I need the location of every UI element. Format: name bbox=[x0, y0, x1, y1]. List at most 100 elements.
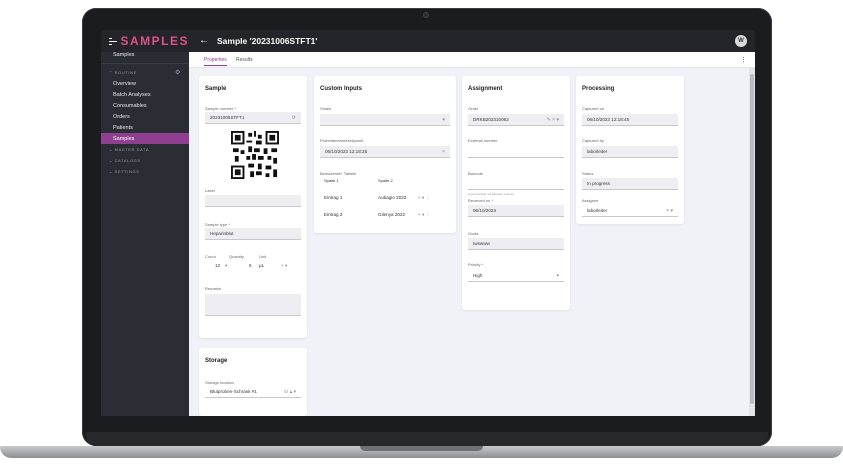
goals-field[interactable]: Iwswww bbox=[468, 238, 564, 250]
clear-dropdown-icon[interactable]: × ▾ bbox=[666, 208, 673, 214]
probe-label: Probeabnahmezeitpunkt bbox=[320, 138, 364, 143]
status-field: In progress bbox=[582, 178, 678, 190]
back-arrow-icon[interactable]: ← bbox=[199, 35, 209, 46]
received-label: Received on * bbox=[468, 198, 493, 203]
sidebar-item-orders[interactable]: Orders bbox=[101, 111, 189, 122]
field-value: Iwswww bbox=[473, 241, 490, 246]
field-value: Blutproben-Schrank #1 bbox=[210, 389, 257, 394]
field-value: DRKB202310062 bbox=[473, 117, 509, 122]
storage-location-field[interactable]: Blutproben-Schrank #1 ⊙ ▴ ▾ bbox=[205, 386, 301, 398]
clear-icon[interactable]: × ▾ bbox=[281, 263, 287, 269]
captured-by-field: laborleiter bbox=[582, 146, 678, 158]
quantity-value[interactable]: 6 bbox=[249, 263, 252, 268]
quantity-label: Quantity bbox=[229, 254, 244, 259]
table-cell[interactable]: Aubagio 2022 bbox=[378, 195, 406, 200]
edit-icon[interactable]: ✎ × ▾ bbox=[547, 117, 559, 123]
row-actions-icon[interactable]: × ▾ ⋮ bbox=[418, 195, 430, 201]
priority-select[interactable]: High ▾ bbox=[468, 270, 564, 282]
section-settings[interactable]: ⌄ SETTINGS bbox=[101, 166, 189, 177]
count-value[interactable]: 12 bbox=[215, 263, 220, 268]
field-value: 06/10/2023 12:18:25 bbox=[325, 149, 368, 154]
brand-logo: SAMPLES bbox=[120, 34, 189, 48]
barcode-label: Barcode bbox=[468, 171, 483, 176]
external-number-label: External number bbox=[468, 138, 498, 143]
status-badge: In progress bbox=[587, 181, 610, 186]
card-title: Assignment bbox=[468, 86, 503, 92]
custom-inputs-card: Custom Inputs Studie ▾ Probeabnahmezeitp… bbox=[314, 76, 456, 233]
sidebar-item-consumables[interactable]: Consumables bbox=[101, 100, 189, 111]
brand-bar: SAMPLES bbox=[101, 30, 189, 52]
field-value: Heparinblut bbox=[210, 231, 234, 236]
section-catalogs[interactable]: ⌄ CATALOGS bbox=[101, 155, 189, 166]
card-title: Custom Inputs bbox=[320, 86, 362, 92]
remarks-field[interactable] bbox=[205, 294, 301, 316]
label-field[interactable] bbox=[205, 195, 301, 207]
card-title: Sample bbox=[205, 86, 227, 92]
card-title: Storage bbox=[205, 358, 228, 364]
storage-location-label: Storage location bbox=[205, 380, 234, 385]
studie-label: Studie bbox=[320, 106, 332, 111]
qr-code-icon bbox=[231, 131, 279, 179]
sidebar-item-overview[interactable]: Overview bbox=[101, 78, 189, 89]
section-label: ROUTINE bbox=[114, 70, 137, 75]
remarks-label: Remarks bbox=[205, 286, 222, 291]
table-header-col1: Spalte 1 bbox=[324, 178, 339, 183]
laptop-notch bbox=[360, 446, 483, 451]
sample-number-label: Sample number * bbox=[205, 106, 236, 111]
storage-card: Storage Storage location Blutproben-Schr… bbox=[199, 348, 307, 416]
avatar[interactable]: W bbox=[735, 35, 747, 47]
assignee-label: Assignee bbox=[582, 198, 599, 203]
assignee-select[interactable]: laborleiter × ▾ bbox=[582, 205, 678, 217]
sidebar-item-batch-analyses[interactable]: Batch Analyses bbox=[101, 89, 189, 100]
order-label: Order bbox=[468, 106, 479, 111]
external-number-field[interactable] bbox=[468, 146, 564, 158]
row-actions-icon[interactable]: × ▾ ⋮ bbox=[418, 212, 430, 218]
sample-type-field[interactable]: Heparinblut bbox=[205, 228, 301, 240]
section-label: SETTINGS bbox=[114, 169, 140, 174]
section-routine[interactable]: ⌃ ROUTINE ⚙ bbox=[101, 67, 189, 78]
barcode-hint: input possible via barcode scanner bbox=[468, 192, 515, 196]
unit-label: Unit bbox=[259, 254, 267, 259]
section-master-data[interactable]: ⌄ MASTER DATA bbox=[101, 144, 189, 155]
dropdown-icon[interactable]: ▾ bbox=[556, 273, 559, 279]
menu-icon[interactable] bbox=[109, 37, 119, 45]
clear-icon[interactable]: × bbox=[442, 149, 445, 155]
location-actions-icon[interactable]: ⊙ ▴ ▾ bbox=[284, 389, 296, 395]
barcode-field[interactable] bbox=[468, 178, 564, 190]
sample-card: Sample Sample number * 20231006STFT1 ⟳ L… bbox=[199, 76, 307, 338]
dropdown-icon[interactable]: ▾ bbox=[442, 117, 445, 123]
assignment-card: Assignment Order DRKB202310062 ✎ × ▾ Ext… bbox=[462, 76, 570, 310]
table-cell[interactable]: Gilenya 2022 bbox=[378, 212, 405, 217]
label-label: Label bbox=[205, 188, 215, 193]
tab-results[interactable]: Results bbox=[236, 57, 253, 63]
received-field[interactable]: 06/10/2023 bbox=[468, 205, 564, 217]
sidebar-item-label: Patients bbox=[113, 124, 133, 131]
sample-number-field[interactable]: 20231006STFT1 ⟳ bbox=[205, 112, 301, 124]
gear-icon[interactable]: ⚙ bbox=[175, 69, 181, 76]
reload-icon[interactable]: ⟳ bbox=[292, 115, 296, 121]
field-value: 06/10/2023 bbox=[473, 208, 496, 213]
sidebar-item-patients[interactable]: Patients bbox=[101, 122, 189, 133]
scrollbar-thumb[interactable] bbox=[750, 74, 754, 404]
processing-card: Processing Captured on 06/10/2023 12:18:… bbox=[576, 76, 684, 224]
field-value: laborleiter bbox=[587, 208, 608, 213]
content-area: Sample Sample number * 20231006STFT1 ⟳ L… bbox=[189, 68, 749, 416]
dropdown-icon[interactable]: ▾ bbox=[225, 263, 227, 269]
more-icon[interactable]: ⋮ bbox=[740, 56, 747, 64]
tab-properties[interactable]: Properties bbox=[204, 57, 227, 66]
studie-field[interactable]: ▾ bbox=[320, 114, 450, 126]
count-label: Count bbox=[205, 254, 216, 259]
card-title: Processing bbox=[582, 86, 615, 92]
field-value: 06/10/2023 12:18:45 bbox=[587, 117, 630, 122]
unit-value[interactable]: µL bbox=[259, 263, 264, 268]
table-label: Benutzerdef. Tabelle bbox=[320, 171, 357, 176]
order-field[interactable]: DRKB202310062 ✎ × ▾ bbox=[468, 114, 564, 126]
sidebar-item-label: Orders bbox=[113, 113, 130, 120]
screen: SAMPLES FAVORITES ⚙ Samples ⌃ ROUTINE ⚙ … bbox=[101, 30, 755, 416]
sidebar-item-samples[interactable]: Samples bbox=[101, 133, 189, 144]
field-value: 20231006STFT1 bbox=[210, 115, 245, 120]
captured-by-label: Captured by bbox=[582, 138, 604, 143]
table-cell: Eintrag 1 bbox=[324, 195, 343, 200]
camera bbox=[423, 12, 429, 18]
probe-field[interactable]: 06/10/2023 12:18:25 × bbox=[320, 146, 450, 158]
